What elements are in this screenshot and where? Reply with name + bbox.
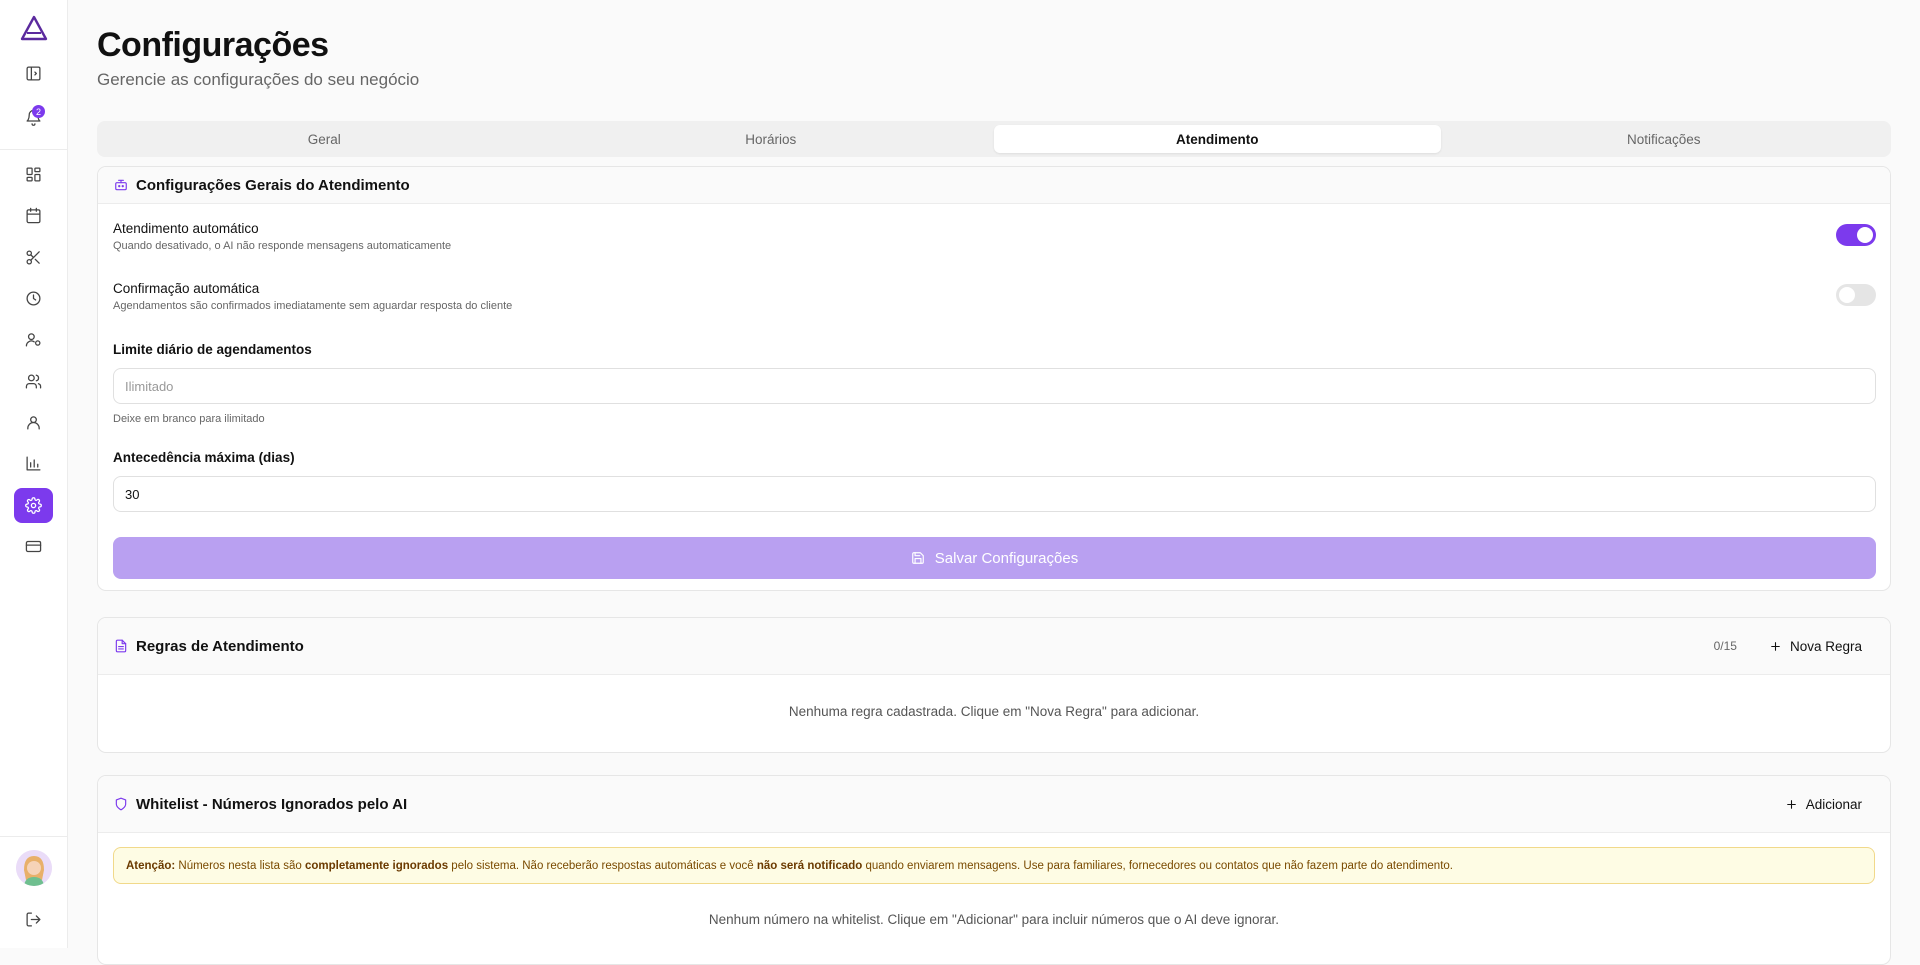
user-settings-icon[interactable] (14, 322, 53, 357)
auto-reply-label: Atendimento automático (113, 221, 259, 236)
sidebar-divider (0, 149, 68, 150)
save-settings-label: Salvar Configurações (934, 549, 1079, 567)
scissors-icon[interactable] (14, 240, 53, 275)
save-settings-button[interactable]: Salvar Configurações (113, 537, 1876, 579)
alert-text-2: pelo sistema. Não receberão respostas au… (448, 859, 757, 872)
rules-title: Regras de Atendimento (136, 637, 304, 655)
plus-icon (1771, 641, 1780, 651)
user-icon[interactable] (14, 405, 53, 440)
whitelist-header: Whitelist - Números Ignorados pelo AI Ad… (98, 776, 1890, 833)
bell-icon[interactable]: 2 (14, 100, 53, 135)
credit-card-icon[interactable] (14, 529, 53, 564)
rules-card: Regras de Atendimento 0/15 Nova Regra Ne… (97, 617, 1891, 753)
file-text-icon (114, 639, 128, 653)
sidebar-divider-bottom (0, 836, 68, 837)
auto-confirm-label: Confirmação automática (113, 281, 260, 296)
daily-limit-label: Limite diário de agendamentos (113, 342, 312, 357)
save-icon (911, 552, 924, 564)
alert-bold-2: não será notificado (756, 859, 863, 872)
daily-limit-input[interactable] (113, 368, 1876, 404)
settings-tabs: Geral Horários Atendimento Notificações (97, 121, 1891, 157)
add-number-label: Adicionar (1805, 796, 1862, 812)
add-number-button[interactable]: Adicionar (1773, 791, 1874, 818)
notification-badge: 2 (32, 105, 45, 118)
card-title: Configurações Gerais do Atendimento (136, 176, 410, 194)
rules-header: Regras de Atendimento 0/15 Nova Regra (98, 618, 1890, 675)
shield-icon (114, 797, 128, 811)
tab-notificacoes[interactable]: Notificações (1441, 125, 1888, 153)
auto-confirm-toggle[interactable] (1836, 284, 1876, 306)
gear-icon[interactable] (14, 488, 53, 523)
page-subtitle: Gerencie as configurações do seu negócio (97, 70, 420, 89)
auto-reply-setting: Atendimento automático Quando desativado… (113, 221, 1876, 252)
whitelist-card: Whitelist - Números Ignorados pelo AI Ad… (97, 775, 1891, 965)
new-rule-label: Nova Regra (1789, 638, 1862, 654)
rules-empty-message: Nenhuma regra cadastrada. Clique em "Nov… (788, 704, 1200, 719)
max-advance-label: Antecedência máxima (dias) (113, 450, 295, 465)
tab-geral[interactable]: Geral (101, 125, 548, 153)
dashboard-icon[interactable] (14, 157, 53, 192)
avatar[interactable] (16, 850, 52, 886)
auto-confirm-setting: Confirmação automática Agendamentos são … (113, 281, 1876, 312)
logo-icon[interactable] (20, 15, 48, 41)
alert-bold-1: completamente ignorados (304, 859, 449, 872)
plus-icon (1786, 799, 1796, 809)
alert-lead: Atenção: (126, 859, 176, 872)
calendar-icon[interactable] (14, 198, 53, 233)
bot-icon (114, 178, 128, 192)
general-settings-card: Configurações Gerais do Atendimento Aten… (97, 166, 1891, 591)
logout-icon[interactable] (14, 902, 53, 937)
users-icon[interactable] (14, 364, 53, 399)
card-header: Configurações Gerais do Atendimento (98, 167, 1890, 204)
tab-horarios[interactable]: Horários (548, 125, 995, 153)
page-title: Configurações (97, 26, 329, 64)
alert-text-3: quando enviarem mensagens. Use para fami… (862, 859, 1453, 872)
auto-reply-toggle[interactable] (1836, 224, 1876, 246)
auto-reply-description: Quando desativado, o AI não responde men… (113, 240, 452, 252)
alert-text-1: Números nesta lista são (175, 859, 305, 872)
sidebar: 2 (0, 0, 68, 948)
rules-count: 0/15 (1713, 639, 1737, 653)
clock-icon[interactable] (14, 281, 53, 316)
tab-atendimento[interactable]: Atendimento (994, 125, 1441, 153)
max-advance-input[interactable] (113, 476, 1876, 512)
daily-limit-hint: Deixe em branco para ilimitado (113, 413, 265, 425)
panel-toggle-icon[interactable] (14, 56, 53, 91)
auto-confirm-description: Agendamentos são confirmados imediatamen… (113, 300, 513, 312)
whitelist-empty-message: Nenhum número na whitelist. Clique em "A… (708, 912, 1280, 927)
whitelist-title: Whitelist - Números Ignorados pelo AI (136, 795, 408, 813)
new-rule-button[interactable]: Nova Regra (1757, 633, 1874, 660)
bar-chart-icon[interactable] (14, 446, 53, 481)
whitelist-warning-alert: Atenção: Números nesta lista são complet… (113, 847, 1875, 884)
